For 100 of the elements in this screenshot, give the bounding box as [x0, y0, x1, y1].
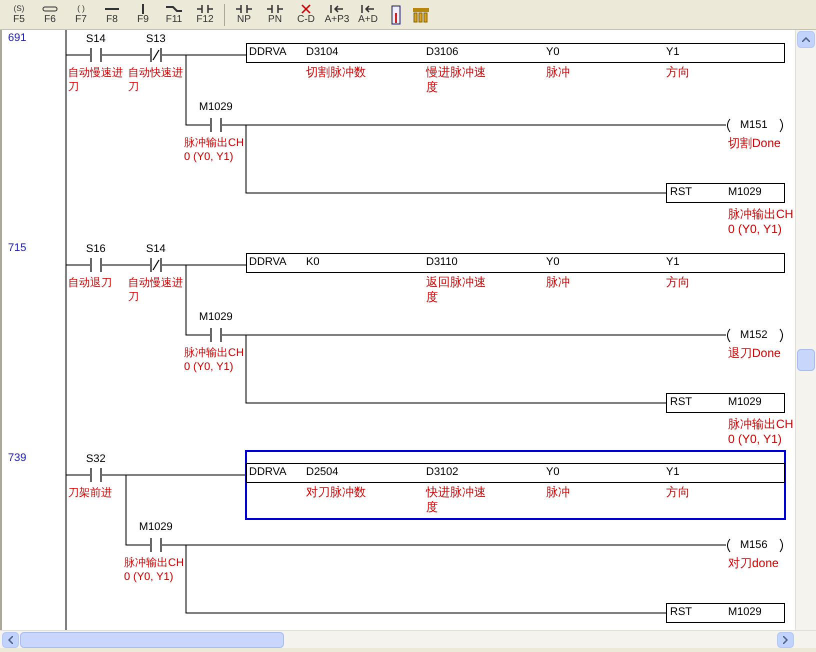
operand: Y0	[546, 46, 560, 59]
contact-label: S16	[86, 243, 106, 256]
coil-label: M151	[740, 119, 768, 132]
tool-button[interactable]: A+P3	[322, 2, 352, 28]
normally-open-contact	[90, 468, 102, 482]
step-number: 715	[8, 242, 26, 255]
coil-label: M156	[740, 539, 768, 552]
step-number: 739	[8, 452, 26, 465]
tool-button[interactable]: F12	[190, 2, 220, 28]
contact-label: S14	[146, 243, 166, 256]
coil-drawing	[724, 538, 786, 553]
normally-open-contact	[210, 328, 222, 342]
operand: Y1	[666, 46, 680, 59]
contact-label: M1029	[199, 101, 233, 114]
contact-icon	[235, 4, 253, 14]
operand: D2504	[306, 466, 338, 479]
instruction-name: RST	[670, 606, 692, 619]
scroll-up-button[interactable]	[797, 31, 815, 48]
instruction-name: RST	[670, 186, 692, 199]
contact-comment: 自动退刀	[68, 276, 113, 290]
scroll-thumb[interactable]	[797, 349, 815, 371]
contact-comment: 脉冲输出CH 0 (Y0, Y1)	[184, 346, 245, 374]
contact-icon	[266, 4, 284, 14]
operand-comment: 脉冲	[546, 65, 571, 80]
operand-comment: 方向	[666, 65, 691, 80]
contact-label: M1029	[199, 311, 233, 324]
operand: Y0	[546, 256, 560, 269]
operand-comment: 快进脉冲速度	[426, 485, 487, 515]
normally-open-contact	[90, 258, 102, 272]
operand-comment: 脉冲输出CH 0 (Y0, Y1)	[728, 207, 794, 237]
operand: M1029	[728, 396, 762, 409]
arrow-icon	[328, 4, 346, 14]
operand-comment: 方向	[666, 275, 691, 290]
operand-comment: 切割脉冲数	[306, 65, 367, 80]
operand: D3102	[426, 466, 458, 479]
operand: D3104	[306, 46, 338, 59]
operand: K0	[306, 256, 320, 269]
operand: Y1	[666, 256, 680, 269]
contact-comment: 自动快速进刀	[128, 66, 184, 94]
tool-button[interactable]: C-D	[291, 2, 321, 28]
operand: Y0	[546, 466, 560, 479]
meter-icon	[391, 4, 401, 24]
operand: M1029	[728, 606, 762, 619]
tool-button[interactable]: A+D	[353, 2, 383, 28]
tool-button[interactable]: NP	[229, 2, 259, 28]
tool-button[interactable]: F6	[35, 2, 65, 28]
coil-comment: 退刀Done	[728, 346, 781, 361]
normally-open-contact	[90, 48, 102, 62]
scroll-left-button[interactable]	[2, 632, 19, 648]
tool-button[interactable]: F11	[159, 2, 189, 28]
contact-label: M1029	[139, 521, 173, 534]
operand-comment: 对刀脉冲数	[306, 485, 367, 500]
normally-closed-contact	[150, 258, 162, 272]
vertical-scrollbar[interactable]	[795, 30, 816, 630]
normally-closed-contact	[150, 48, 162, 62]
operand-comment: 方向	[666, 485, 691, 500]
caret-up-icon	[802, 37, 810, 42]
caret-right-icon	[783, 636, 788, 644]
contact-comment: 自动慢速进刀	[68, 66, 124, 94]
coil-drawing	[724, 328, 786, 343]
tool-button[interactable]: (S) F5	[4, 2, 34, 28]
operand: M1029	[728, 186, 762, 199]
coil-comment: 对刀done	[728, 556, 779, 571]
scroll-thumb[interactable]	[20, 632, 284, 648]
contact-label: S32	[86, 453, 106, 466]
operand-comment: 返回脉冲速度	[426, 275, 487, 305]
contact-comment: 刀架前进	[68, 486, 113, 500]
operand-comment: 慢进脉冲速度	[426, 65, 487, 95]
caret-left-icon	[8, 636, 13, 644]
tool-button[interactable]: PN	[260, 2, 290, 28]
contact-comment: 脉冲输出CH 0 (Y0, Y1)	[124, 556, 185, 584]
instruction-name: DDRVA	[249, 46, 286, 59]
tool-button[interactable]: F8	[97, 2, 127, 28]
vertical-line-icon	[142, 4, 144, 14]
normally-open-contact	[150, 538, 162, 552]
operand: Y1	[666, 466, 680, 479]
horizontal-scrollbar[interactable]	[0, 630, 816, 648]
tool-button[interactable]: ( ) F7	[66, 2, 96, 28]
contact-label: S13	[146, 33, 166, 46]
coil-drawing	[724, 118, 786, 133]
contact-comment: 自动慢速进刀	[128, 276, 184, 304]
scroll-right-button[interactable]	[777, 632, 794, 648]
contact-icon	[196, 4, 214, 14]
instruction-name: RST	[670, 396, 692, 409]
bent-line-icon	[165, 4, 183, 14]
step-number: 691	[8, 32, 26, 45]
operand: D3106	[426, 46, 458, 59]
operand-comment: 脉冲输出CH 0 (Y0, Y1)	[728, 417, 794, 447]
operand-comment: 脉冲	[546, 485, 571, 500]
contact-label: S14	[86, 33, 106, 46]
instruction-name: DDRVA	[249, 466, 286, 479]
instruction-name: DDRVA	[249, 256, 286, 269]
blocks-icon	[412, 6, 430, 22]
normally-open-contact	[210, 118, 222, 132]
coil-comment: 切割Done	[728, 136, 781, 151]
operand: D3110	[426, 256, 458, 269]
coil-label: M152	[740, 329, 768, 342]
arrow-icon	[359, 4, 377, 14]
operand-comment: 脉冲	[546, 275, 571, 290]
tool-button[interactable]: F9	[128, 2, 158, 28]
